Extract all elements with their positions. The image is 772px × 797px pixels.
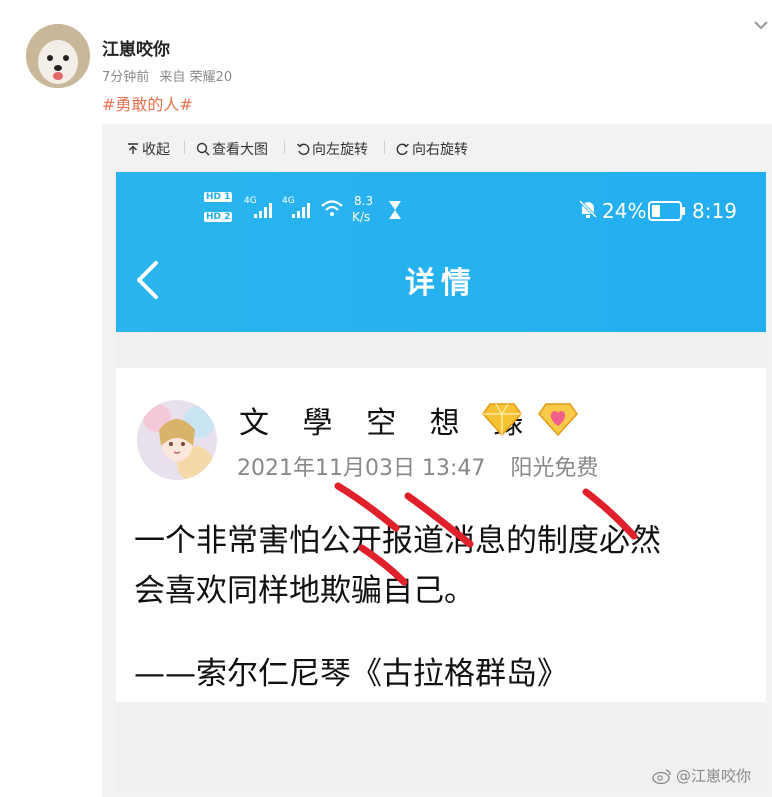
weibo-post: 江崽咬你 7分钟前 来自 荣耀20 #勇敢的人# 收起 查看大图 向左旋转 向右…: [0, 0, 772, 797]
page-title: 详情: [405, 266, 477, 301]
battery-icon: [648, 201, 685, 221]
author-avatar[interactable]: [26, 24, 90, 88]
toolbar-divider: [184, 141, 185, 154]
rotate-right-icon: [396, 143, 409, 156]
weibo-logo-icon: [652, 768, 671, 784]
image-viewer: 收起 查看大图 向左旋转 向右旋转 HD 1 HD 2 4G 4G 8.3 K/…: [102, 124, 772, 797]
mute-bell-icon: [578, 199, 598, 219]
hashtag-link[interactable]: #勇敢的人#: [102, 91, 193, 115]
chevron-down-icon[interactable]: [752, 18, 770, 32]
sim2-badge: HD 2: [204, 212, 233, 222]
phone-screenshot[interactable]: HD 1 HD 2 4G 4G 8.3 K/s 24% 8:19 详情 文 學 …: [116, 172, 766, 792]
rotate-left-label: 向左旋转: [312, 142, 368, 158]
author-name[interactable]: 江崽咬你: [102, 35, 170, 60]
rotate-right-button[interactable]: 向右旋转: [396, 139, 468, 159]
collapse-icon: [128, 143, 138, 154]
signal-icon: [292, 203, 310, 218]
wifi-icon: [321, 200, 343, 216]
hourglass-icon: [389, 201, 401, 219]
weibo-watermark: @江崽咬你: [652, 765, 751, 786]
collapse-button[interactable]: 收起: [126, 139, 170, 159]
view-large-label: 查看大图: [212, 142, 268, 158]
collapse-label: 收起: [142, 142, 170, 158]
search-icon: [196, 142, 210, 156]
net-speed-unit: K/s: [352, 210, 371, 224]
rotate-left-icon: [297, 143, 310, 156]
view-large-button[interactable]: 查看大图: [196, 139, 268, 159]
net-speed-value: 8.3: [354, 194, 374, 208]
image-toolbar: 收起 查看大图 向左旋转 向右旋转: [102, 124, 772, 170]
rotate-left-button[interactable]: 向左旋转: [296, 139, 368, 159]
toolbar-divider: [284, 141, 285, 154]
toolbar-divider: [384, 141, 385, 154]
post-meta: 7分钟前 来自 荣耀20: [102, 66, 238, 85]
app-header: HD 1 HD 2 4G 4G 8.3 K/s 24% 8:19 详情: [116, 172, 766, 332]
sim1-badge: HD 1: [204, 192, 233, 202]
watermark-text: @江崽咬你: [676, 767, 752, 785]
clock: 8:19: [692, 199, 737, 223]
post-source: 来自 荣耀20: [159, 70, 233, 85]
signal-icon: [254, 203, 272, 218]
rotate-right-label: 向右旋转: [412, 142, 468, 158]
quote-card: 文 學 空 想 錄 2021年11月03日 13:47 阳光免费 一个非常害怕公…: [116, 368, 766, 702]
red-strike-marks: [334, 482, 638, 586]
battery-percent: 24%: [602, 199, 647, 223]
post-time[interactable]: 7分钟前: [102, 70, 149, 85]
